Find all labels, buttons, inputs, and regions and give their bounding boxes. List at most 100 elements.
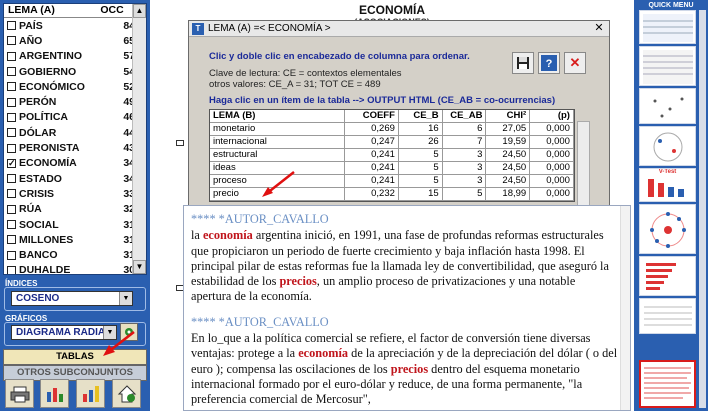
lemma-label: CRISIS: [19, 187, 55, 200]
lemma-checkbox[interactable]: [7, 112, 16, 122]
home-icon[interactable]: [112, 379, 141, 408]
lemma-checkbox[interactable]: [7, 67, 16, 77]
quick-thumb-map[interactable]: [639, 126, 696, 166]
lemma-checkbox[interactable]: [7, 143, 16, 153]
output-scrollbar[interactable]: [620, 206, 630, 410]
lemma-row[interactable]: SOCIAL 31: [4, 217, 146, 232]
lemma-label: PAÍS: [19, 19, 43, 32]
quick-menu-scrollbar[interactable]: [699, 10, 706, 408]
table-cell: 24,50: [486, 162, 531, 174]
lemma-row[interactable]: PERÓN 49: [4, 94, 146, 109]
lemma-checkbox[interactable]: [7, 82, 16, 92]
col-header-lema-b[interactable]: LEMA (B): [210, 110, 346, 122]
quick-thumb-html-output[interactable]: [639, 360, 696, 408]
quick-thumb-scatter[interactable]: [639, 88, 696, 124]
table-row[interactable]: internacional 0,247 26 7 19,59 0,000: [210, 136, 574, 149]
lemma-checkbox[interactable]: [7, 21, 16, 31]
lemma-row[interactable]: CRISIS 33: [4, 186, 146, 201]
column-header-lemma[interactable]: LEMA (A): [4, 4, 92, 17]
table-cell: 24,50: [486, 149, 531, 161]
quick-thumb-vtest[interactable]: V-Test: [639, 168, 696, 202]
quick-thumb-table-2[interactable]: [639, 46, 696, 86]
quick-thumb-table[interactable]: [639, 10, 696, 44]
table-cell: 5: [399, 175, 443, 187]
indices-select[interactable]: COSENO ▼: [11, 291, 133, 306]
table-cell: 15: [399, 188, 443, 200]
lemma-checkbox[interactable]: [7, 51, 16, 61]
col-header-coeff[interactable]: COEFF: [345, 110, 399, 122]
column-header-occ[interactable]: OCC: [92, 4, 132, 17]
lemma-row[interactable]: AÑO 65: [4, 33, 146, 48]
lemma-row[interactable]: PAÍS 84: [4, 18, 146, 33]
lemma-checkbox[interactable]: [7, 174, 16, 184]
quick-thumb-list[interactable]: [639, 298, 696, 334]
table-cell: 3: [443, 162, 487, 174]
lemma-row[interactable]: BANCO 31: [4, 247, 146, 262]
lemma-row[interactable]: ✓ ECONOMÍA 34: [4, 156, 146, 171]
scroll-down-icon[interactable]: ▼: [133, 260, 146, 274]
table-cell: 0,000: [530, 136, 574, 148]
table-cell: 0,241: [345, 149, 399, 161]
lemma-row[interactable]: ECONÓMICO 52: [4, 79, 146, 94]
col-header-ce-ab[interactable]: CE_AB: [443, 110, 487, 122]
delete-icon[interactable]: ✕: [564, 52, 586, 74]
lemma-checkbox[interactable]: [7, 36, 16, 46]
lemma-checkbox[interactable]: [7, 97, 16, 107]
lemma-row[interactable]: ARGENTINO 57: [4, 49, 146, 64]
lemma-label: MILLONES: [19, 233, 74, 246]
app-icon: T: [192, 22, 204, 35]
lemma-label: ECONOMÍA: [19, 157, 77, 170]
lemma-row[interactable]: MILLONES 31: [4, 232, 146, 247]
table-header-row: LEMA (B) COEFF CE_B CE_AB CHI² (p): [210, 110, 574, 123]
association-dialog: T LEMA (A) =< ECONOMÍA > ✕ Clic y doble …: [188, 20, 610, 211]
lemma-row[interactable]: DÓLAR 44: [4, 125, 146, 140]
lemma-row[interactable]: RÚA 32: [4, 202, 146, 217]
lemma-row[interactable]: DUHALDE 30: [4, 263, 146, 274]
table-cell: 0,241: [345, 162, 399, 174]
quick-thumb-bars[interactable]: [639, 256, 696, 296]
table-row[interactable]: monetario 0,269 16 6 27,05 0,000: [210, 123, 574, 136]
table-cell: 5: [399, 149, 443, 161]
lemma-row[interactable]: ESTADO 34: [4, 171, 146, 186]
col-header-chi[interactable]: CHI²: [486, 110, 531, 122]
lemma-row[interactable]: POLÍTICA 46: [4, 110, 146, 125]
table-cell: 7: [443, 136, 487, 148]
lemma-occ: 34: [123, 172, 135, 185]
lemma-checkbox[interactable]: [7, 220, 16, 229]
bar-chart-icon[interactable]: [76, 379, 105, 408]
table-row[interactable]: estructural 0,241 5 3 24,50 0,000: [210, 149, 574, 162]
lemma-checkbox[interactable]: [7, 265, 16, 274]
save-icon[interactable]: [512, 52, 534, 74]
quick-thumb-radial[interactable]: [639, 204, 696, 254]
lemma-checkbox[interactable]: [7, 204, 16, 214]
scroll-up-icon[interactable]: ▲: [133, 4, 146, 18]
lemma-checkbox[interactable]: [7, 128, 16, 138]
lemma-label: ECONÓMICO: [19, 80, 85, 93]
lemma-scrollbar[interactable]: ▲ ▼: [132, 4, 146, 274]
table-cell: 5: [443, 188, 487, 200]
table-scrollbar[interactable]: [577, 121, 590, 211]
lemma-label: PERÓN: [19, 96, 57, 109]
col-header-p[interactable]: (p): [530, 110, 574, 122]
lemma-label: RÚA: [19, 203, 42, 216]
lemma-label: ARGENTINO: [19, 50, 82, 63]
keyword-highlight: economía: [202, 228, 253, 243]
lemma-occ: 52: [123, 80, 135, 93]
table-cell: 3: [443, 175, 487, 187]
lemma-checkbox[interactable]: [7, 189, 16, 199]
lemma-row[interactable]: PERONISTA 43: [4, 140, 146, 155]
lemma-checkbox[interactable]: [7, 235, 16, 245]
close-icon[interactable]: ✕: [592, 22, 606, 35]
chart-check-icon[interactable]: [40, 379, 69, 408]
lemma-row[interactable]: GOBIERNO 54: [4, 64, 146, 79]
lemma-checkbox[interactable]: ✓: [7, 158, 16, 168]
lemma-checkbox[interactable]: [7, 250, 16, 260]
table-cell: 0,000: [530, 162, 574, 174]
table-cell: 18,99: [486, 188, 531, 200]
print-icon[interactable]: [5, 379, 34, 408]
help-icon[interactable]: ?: [538, 52, 560, 74]
node-marker: [176, 140, 184, 146]
keyword-highlight: precios: [390, 361, 429, 376]
chevron-down-icon[interactable]: ▼: [119, 292, 132, 305]
col-header-ce-b[interactable]: CE_B: [399, 110, 443, 122]
